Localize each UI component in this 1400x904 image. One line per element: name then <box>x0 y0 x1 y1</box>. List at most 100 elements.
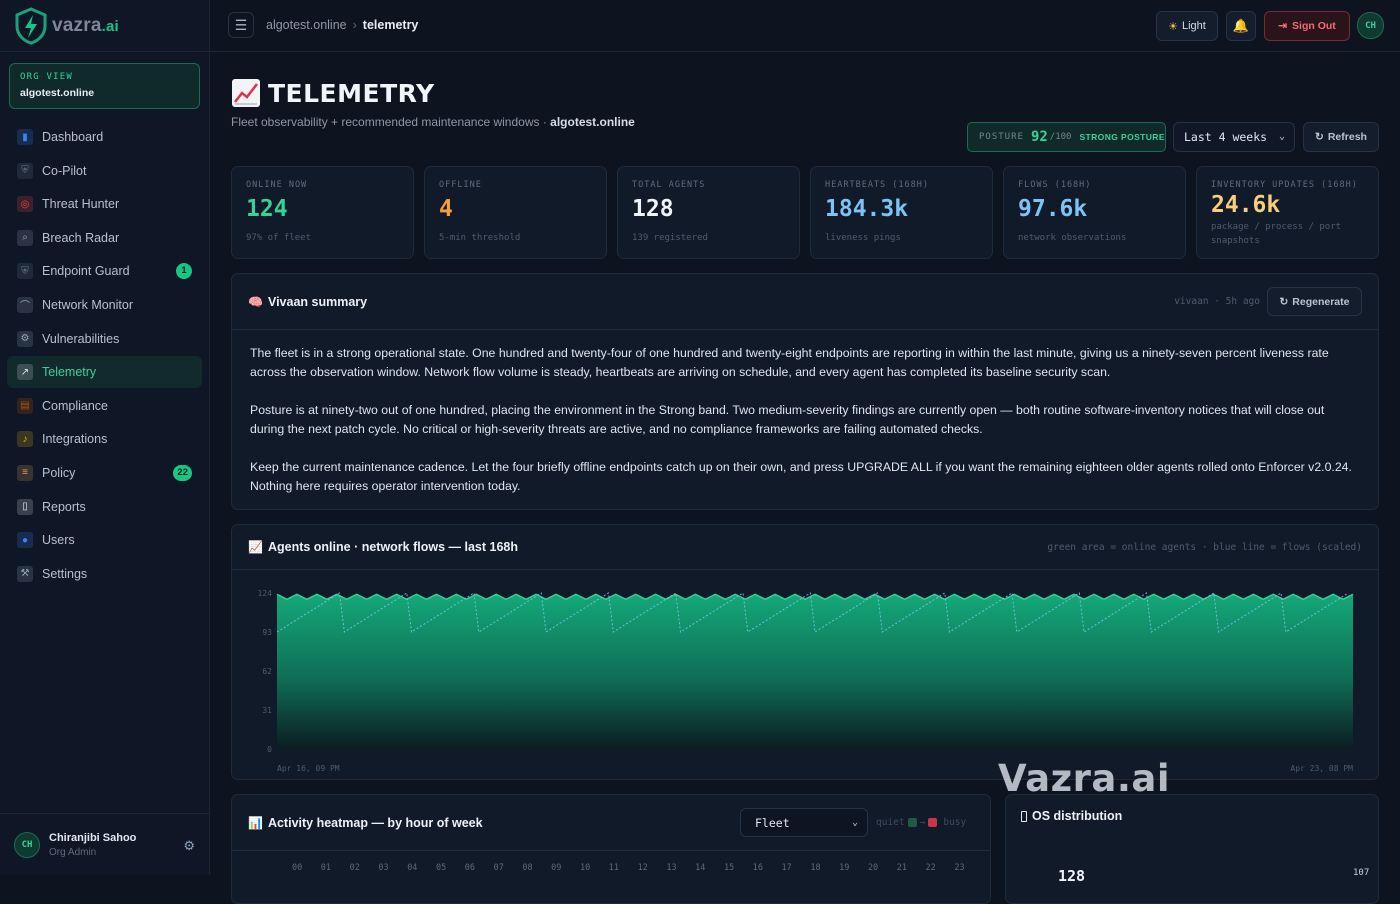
y-tick-label: 31 <box>262 706 272 715</box>
sidebar-item-network-monitor[interactable]: ⌒ Network Monitor <box>7 289 202 321</box>
sidebar-item-reports[interactable]: ▯ Reports <box>7 491 202 523</box>
heatmap-hour-label: 16 <box>752 863 763 873</box>
satellite-dish-icon: ⌒ <box>17 296 33 313</box>
brand-name: vazra.ai <box>52 14 119 36</box>
user-avatar[interactable]: CH <box>1357 12 1384 39</box>
kpi-value: 24.6k <box>1211 192 1281 218</box>
hamburger-icon: ☰ <box>234 16 248 33</box>
regenerate-button[interactable]: ↻ Regenerate <box>1267 287 1362 316</box>
sidebar-item-label: Integrations <box>42 432 108 447</box>
bell-icon: 🔔 <box>1232 18 1250 33</box>
breadcrumb-root[interactable]: algotest.online <box>266 18 347 32</box>
kpi-card: FLOWS (168H) 97.6k network observations <box>1003 166 1186 259</box>
sidebar-item-threat-hunter[interactable]: ◎ Threat Hunter <box>7 188 202 220</box>
sidebar-item-compliance[interactable]: ▤ Compliance <box>7 390 202 422</box>
heatmap-legend: quiet → busy <box>876 817 966 828</box>
gear-icon[interactable]: ⚙ <box>183 838 195 854</box>
posture-label: POSTURE <box>979 132 1024 142</box>
sidebar-item-vulnerabilities[interactable]: ⚙ Vulnerabilities <box>7 323 202 355</box>
kpi-label: TOTAL AGENTS <box>632 180 706 190</box>
sidebar-item-telemetry[interactable]: ↗ Telemetry <box>7 356 202 389</box>
org-view-label: ORG VIEW <box>20 72 73 82</box>
kpi-subtext: 97% of fleet <box>246 233 312 243</box>
time-range-select[interactable]: Last 4 weeks ⌄ <box>1173 122 1295 152</box>
page-title: TELEMETRY <box>231 78 435 108</box>
os-value-left: 128 <box>1058 867 1086 885</box>
legend-quiet: quiet <box>876 817 905 828</box>
theme-toggle-button[interactable]: ☀ Light <box>1156 11 1218 41</box>
heatmap-hour-label: 17 <box>781 863 792 873</box>
sidebar-item-co-pilot[interactable]: ⛨ Co-Pilot <box>7 155 202 187</box>
chevron-down-icon: ⌄ <box>1278 131 1285 142</box>
sidebar-item-integrations[interactable]: ♪ Integrations <box>7 423 202 455</box>
posture-band: STRONG POSTURE <box>1079 132 1165 142</box>
y-tick-label: 0 <box>267 745 272 754</box>
magnifier-icon: ⌕ <box>17 229 33 246</box>
kpi-card: OFFLINE 4 5-min threshold <box>424 166 607 259</box>
page-subtitle: Fleet observability + recommended mainte… <box>231 115 635 129</box>
sidebar-item-users[interactable]: ● Users <box>7 524 202 556</box>
y-tick-label: 62 <box>262 667 272 676</box>
sidebar-user[interactable]: CH Chiranjibi Sahoo Org Admin ⚙ <box>0 813 209 875</box>
sidebar-item-settings[interactable]: ⚒ Settings <box>7 558 202 590</box>
kpi-subtext: network observations <box>1018 233 1127 243</box>
heatmap-hour-label: 13 <box>666 863 677 873</box>
heatmap-hour-label: 06 <box>464 863 476 873</box>
sign-out-label: Sign Out <box>1292 20 1336 32</box>
heatmap-hour-label: 12 <box>637 863 648 873</box>
sign-out-button[interactable]: ⇥ Sign Out <box>1264 11 1350 41</box>
refresh-button[interactable]: ↻ Refresh <box>1303 122 1379 152</box>
sidebar-item-label: Network Monitor <box>42 297 133 312</box>
avatar[interactable]: CH <box>14 831 40 858</box>
kpi-card: TOTAL AGENTS 128 139 registered <box>617 166 800 259</box>
heatmap-panel: 📊 Activity heatmap — by hour of week Fle… <box>231 794 991 904</box>
os-value-right: 107 <box>1353 868 1370 878</box>
menu-toggle-button[interactable]: ☰ <box>228 12 254 38</box>
page-title-text: TELEMETRY <box>268 78 435 108</box>
heatmap-hour-label: 18 <box>810 863 821 873</box>
kpi-label: ONLINE NOW <box>246 180 308 190</box>
heatmap-hour-label: 22 <box>925 863 936 873</box>
heatmap-title: Activity heatmap — by hour of week <box>267 815 483 830</box>
x-start-label: Apr 16, 09 PM <box>277 764 340 773</box>
summary-paragraph: Keep the current maintenance cadence. Le… <box>250 460 1352 493</box>
kpi-value: 184.3k <box>825 196 909 222</box>
kpi-card: HEARTBEATS (168H) 184.3k liveness pings <box>810 166 993 259</box>
heatmap-hour-label: 15 <box>723 863 735 873</box>
kpi-value: 124 <box>246 196 288 222</box>
main-content: TELEMETRY Fleet observability + recommen… <box>210 53 1400 904</box>
summary-panel: 🧠 Vivaan summary vivaan · 5h ago ↻ Regene… <box>231 273 1379 510</box>
sidebar-item-label: Threat Hunter <box>42 197 120 212</box>
heatmap-hour-label: 02 <box>349 863 360 873</box>
org-view-card[interactable]: ORG VIEW algotest.online <box>9 63 200 109</box>
heatmap-hour-label: 23 <box>954 863 965 873</box>
breadcrumb-separator-icon: › <box>352 18 357 32</box>
logo[interactable]: vazra.ai <box>0 0 209 52</box>
kpi-value: 4 <box>439 196 453 222</box>
legend-swatch-busy <box>928 818 938 827</box>
sidebar-item-policy[interactable]: ≡ Policy 22 <box>7 457 202 489</box>
user-role: Org Admin <box>49 846 97 858</box>
sidebar-item-label: Breach Radar <box>42 230 120 245</box>
heatmap-scope-value: Fleet <box>755 815 790 830</box>
notifications-button[interactable]: 🔔 <box>1226 11 1256 41</box>
sidebar: vazra.ai ORG VIEW algotest.online ▮ Dashb… <box>0 0 210 875</box>
sidebar-item-badge: 22 <box>173 464 192 481</box>
refresh-icon: ↻ <box>1315 131 1324 143</box>
y-tick-label: 93 <box>262 628 272 637</box>
kpi-value: 128 <box>632 196 674 222</box>
kpi-label: OFFLINE <box>439 180 482 190</box>
sidebar-item-endpoint-guard[interactable]: ⛨ Endpoint Guard 1 <box>7 255 202 287</box>
heatmap-hour-label: 07 <box>493 863 504 873</box>
chevron-down-icon: ⌄ <box>851 817 858 828</box>
heatmap-scope-select[interactable]: Fleet ⌄ <box>740 808 868 837</box>
legend-busy: busy <box>943 817 967 828</box>
sidebar-item-dashboard[interactable]: ▮ Dashboard <box>7 121 202 153</box>
sidebar-item-label: Co-Pilot <box>42 163 87 178</box>
brain-icon: 🧠 <box>248 294 263 309</box>
sidebar-nav: ▮ Dashboard ⛨ Co-Pilot ◎ Threat Hunter ⌕ Breach… <box>0 121 209 590</box>
sidebar-item-label: Reports <box>42 499 86 514</box>
sidebar-item-breach-radar[interactable]: ⌕ Breach Radar <box>7 222 202 254</box>
agents-chart-panel: 📈 Agents online · network flows — last 1… <box>231 524 1379 780</box>
bar-chart-icon: 📊 <box>248 815 263 830</box>
